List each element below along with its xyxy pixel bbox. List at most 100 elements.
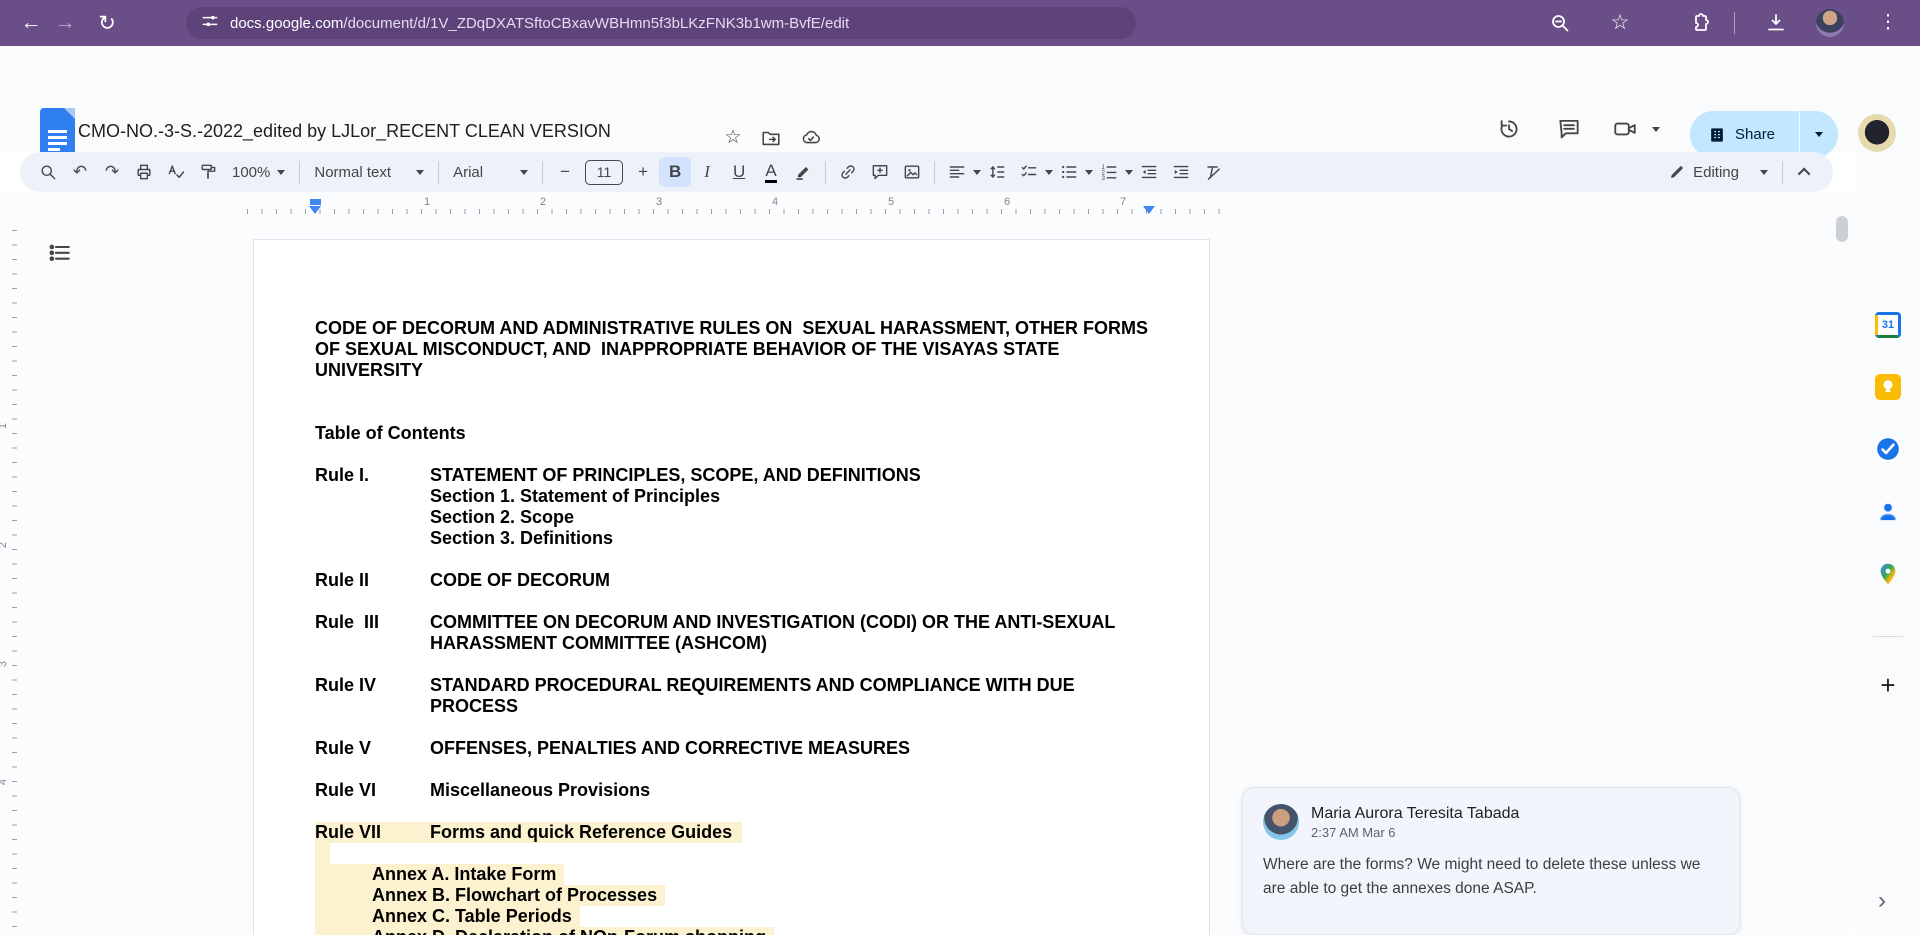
join-call-camera-icon[interactable] [1612,116,1638,142]
first-line-indent-marker[interactable] [310,199,321,205]
rule-label: Rule III [315,612,430,654]
comment-card[interactable]: Maria Aurora Teresita Tabada 2:37 AM Mar… [1242,787,1740,935]
editing-mode-select[interactable]: Editing [1660,157,1776,187]
print-icon[interactable] [128,157,160,187]
site-settings-icon[interactable] [200,11,220,36]
keep-notes-icon[interactable] [1875,374,1901,400]
bulleted-list-icon[interactable] [1053,157,1085,187]
download-icon[interactable] [1764,11,1788,35]
align-caret-icon[interactable] [973,170,981,175]
highlight-color-icon[interactable] [787,157,819,187]
comment-text: Where are the forms? We might need to de… [1263,853,1719,901]
italic-button[interactable]: I [691,157,723,187]
move-to-folder-icon[interactable] [760,127,782,149]
increase-indent-icon[interactable] [1165,157,1197,187]
url-text[interactable]: docs.google.com/document/d/1V_ZDqDXATSft… [230,15,849,32]
browser-menu-kebab-icon[interactable]: ⋮ [1876,11,1900,35]
rule-title: Forms and quick Reference Guides [430,822,732,843]
bold-button[interactable]: B [659,157,691,187]
bulleted-list-caret-icon[interactable] [1085,170,1093,175]
spell-check-icon[interactable] [160,157,192,187]
annex-item: Annex B. Flowchart of Processes [315,885,665,906]
rule-label: Rule IV [315,675,430,717]
numbered-list-icon[interactable]: 123 [1093,157,1125,187]
google-side-panel: 31 + › [1856,152,1920,935]
checklist-icon[interactable] [1013,157,1045,187]
google-docs-logo[interactable] [40,108,75,155]
star-document-icon[interactable]: ☆ [722,127,744,149]
numbered-list-caret-icon[interactable] [1125,170,1133,175]
share-dropdown-caret-icon[interactable] [1800,132,1838,137]
clear-formatting-icon[interactable] [1197,157,1229,187]
document-status-cloud-icon[interactable] [800,127,822,149]
ruler-number: 4 [0,779,9,785]
camera-dropdown-caret-icon[interactable] [1652,127,1660,132]
redo-icon[interactable]: ↷ [96,157,128,187]
formatting-toolbar: ↶ ↷ 100% Normal text Arial − 11 + B I U … [20,152,1833,192]
browser-forward-icon[interactable]: → [48,11,82,35]
left-indent-marker[interactable] [309,206,321,214]
browser-back-icon[interactable]: ← [14,11,48,35]
document-page[interactable]: CODE OF DECORUM AND ADMINISTRATIVE RULES… [253,239,1210,935]
get-add-ons-plus-icon[interactable]: + [1875,672,1901,698]
extensions-icon[interactable] [1688,11,1712,35]
rule-title: Miscellaneous Provisions [430,780,1159,801]
right-indent-marker[interactable] [1143,206,1155,214]
browser-reload-icon[interactable]: ↻ [90,11,124,36]
add-comment-icon[interactable] [864,157,896,187]
rule-label: Rule VII [315,822,430,843]
rule-title: STANDARD PROCEDURAL REQUIREMENTS AND COM… [430,675,1159,717]
maps-icon[interactable] [1875,561,1901,587]
paragraph-style-select[interactable]: Normal text [306,157,432,187]
zoom-select[interactable]: 100% [224,157,293,187]
vertical-scrollbar-thumb[interactable] [1836,216,1848,242]
undo-icon[interactable]: ↶ [64,157,96,187]
font-size-input[interactable]: 11 [585,160,623,185]
horizontal-ruler: 1 2 3 4 5 6 7 [240,195,1220,215]
search-menus-icon[interactable] [32,157,64,187]
share-button[interactable]: Share [1690,111,1838,158]
browser-profile-avatar[interactable] [1816,9,1844,37]
ruler-number: 4 [772,196,778,208]
annex-item: Annex A. Intake Form [315,864,564,885]
paint-format-icon[interactable] [192,157,224,187]
hide-menus-chevron-up-icon[interactable] [1789,157,1821,187]
calendar-icon[interactable]: 31 [1875,312,1901,338]
share-button-main[interactable]: Share [1690,125,1799,145]
vertical-ruler: 1 2 3 4 [0,214,18,935]
tasks-icon[interactable] [1875,436,1901,462]
rule-label: Rule I. [315,465,430,486]
open-comments-icon[interactable] [1556,116,1582,142]
text-color-button[interactable]: A [755,157,787,187]
decrease-indent-icon[interactable] [1133,157,1165,187]
toc-rule-6: Rule VI Miscellaneous Provisions [315,780,1159,801]
zoom-out-icon[interactable] [1548,11,1572,35]
document-title[interactable]: CMO-NO.-3-S.-2022_edited by LJLor_RECENT… [78,121,611,142]
show-side-panel-chevron-icon[interactable]: › [1878,887,1886,915]
increase-font-size-button[interactable]: + [627,157,659,187]
show-document-outline-icon[interactable] [46,240,74,268]
address-bar[interactable]: docs.google.com/document/d/1V_ZDqDXATSft… [186,7,1136,39]
annex-item: Annex D. Declaration of NOn-Forum shoppi… [315,927,774,935]
decrease-font-size-button[interactable]: − [549,157,581,187]
insert-link-icon[interactable] [832,157,864,187]
svg-text:3: 3 [1102,175,1106,182]
contacts-icon[interactable] [1875,499,1901,525]
toc-title: Table of Contents [315,423,1159,444]
font-family-select[interactable]: Arial [445,157,536,187]
comment-author-avatar [1263,804,1299,840]
toc-rule-7-highlighted: Rule VII Forms and quick Reference Guide… [315,822,742,843]
version-history-icon[interactable] [1496,116,1522,142]
rule-title: CODE OF DECORUM [430,570,1159,591]
checklist-caret-icon[interactable] [1045,170,1053,175]
bookmark-star-icon[interactable]: ☆ [1608,11,1632,35]
highlighted-blank-line [315,843,330,864]
underline-button[interactable]: U [723,157,755,187]
ruler-number: 2 [540,196,546,208]
browser-toolbar: ← → ↻ docs.google.com/document/d/1V_ZDqD… [0,0,1920,46]
line-spacing-icon[interactable] [981,157,1013,187]
align-icon[interactable] [941,157,973,187]
insert-image-icon[interactable] [896,157,928,187]
comment-author-name: Maria Aurora Teresita Tabada [1311,805,1519,823]
account-avatar[interactable] [1858,114,1896,152]
